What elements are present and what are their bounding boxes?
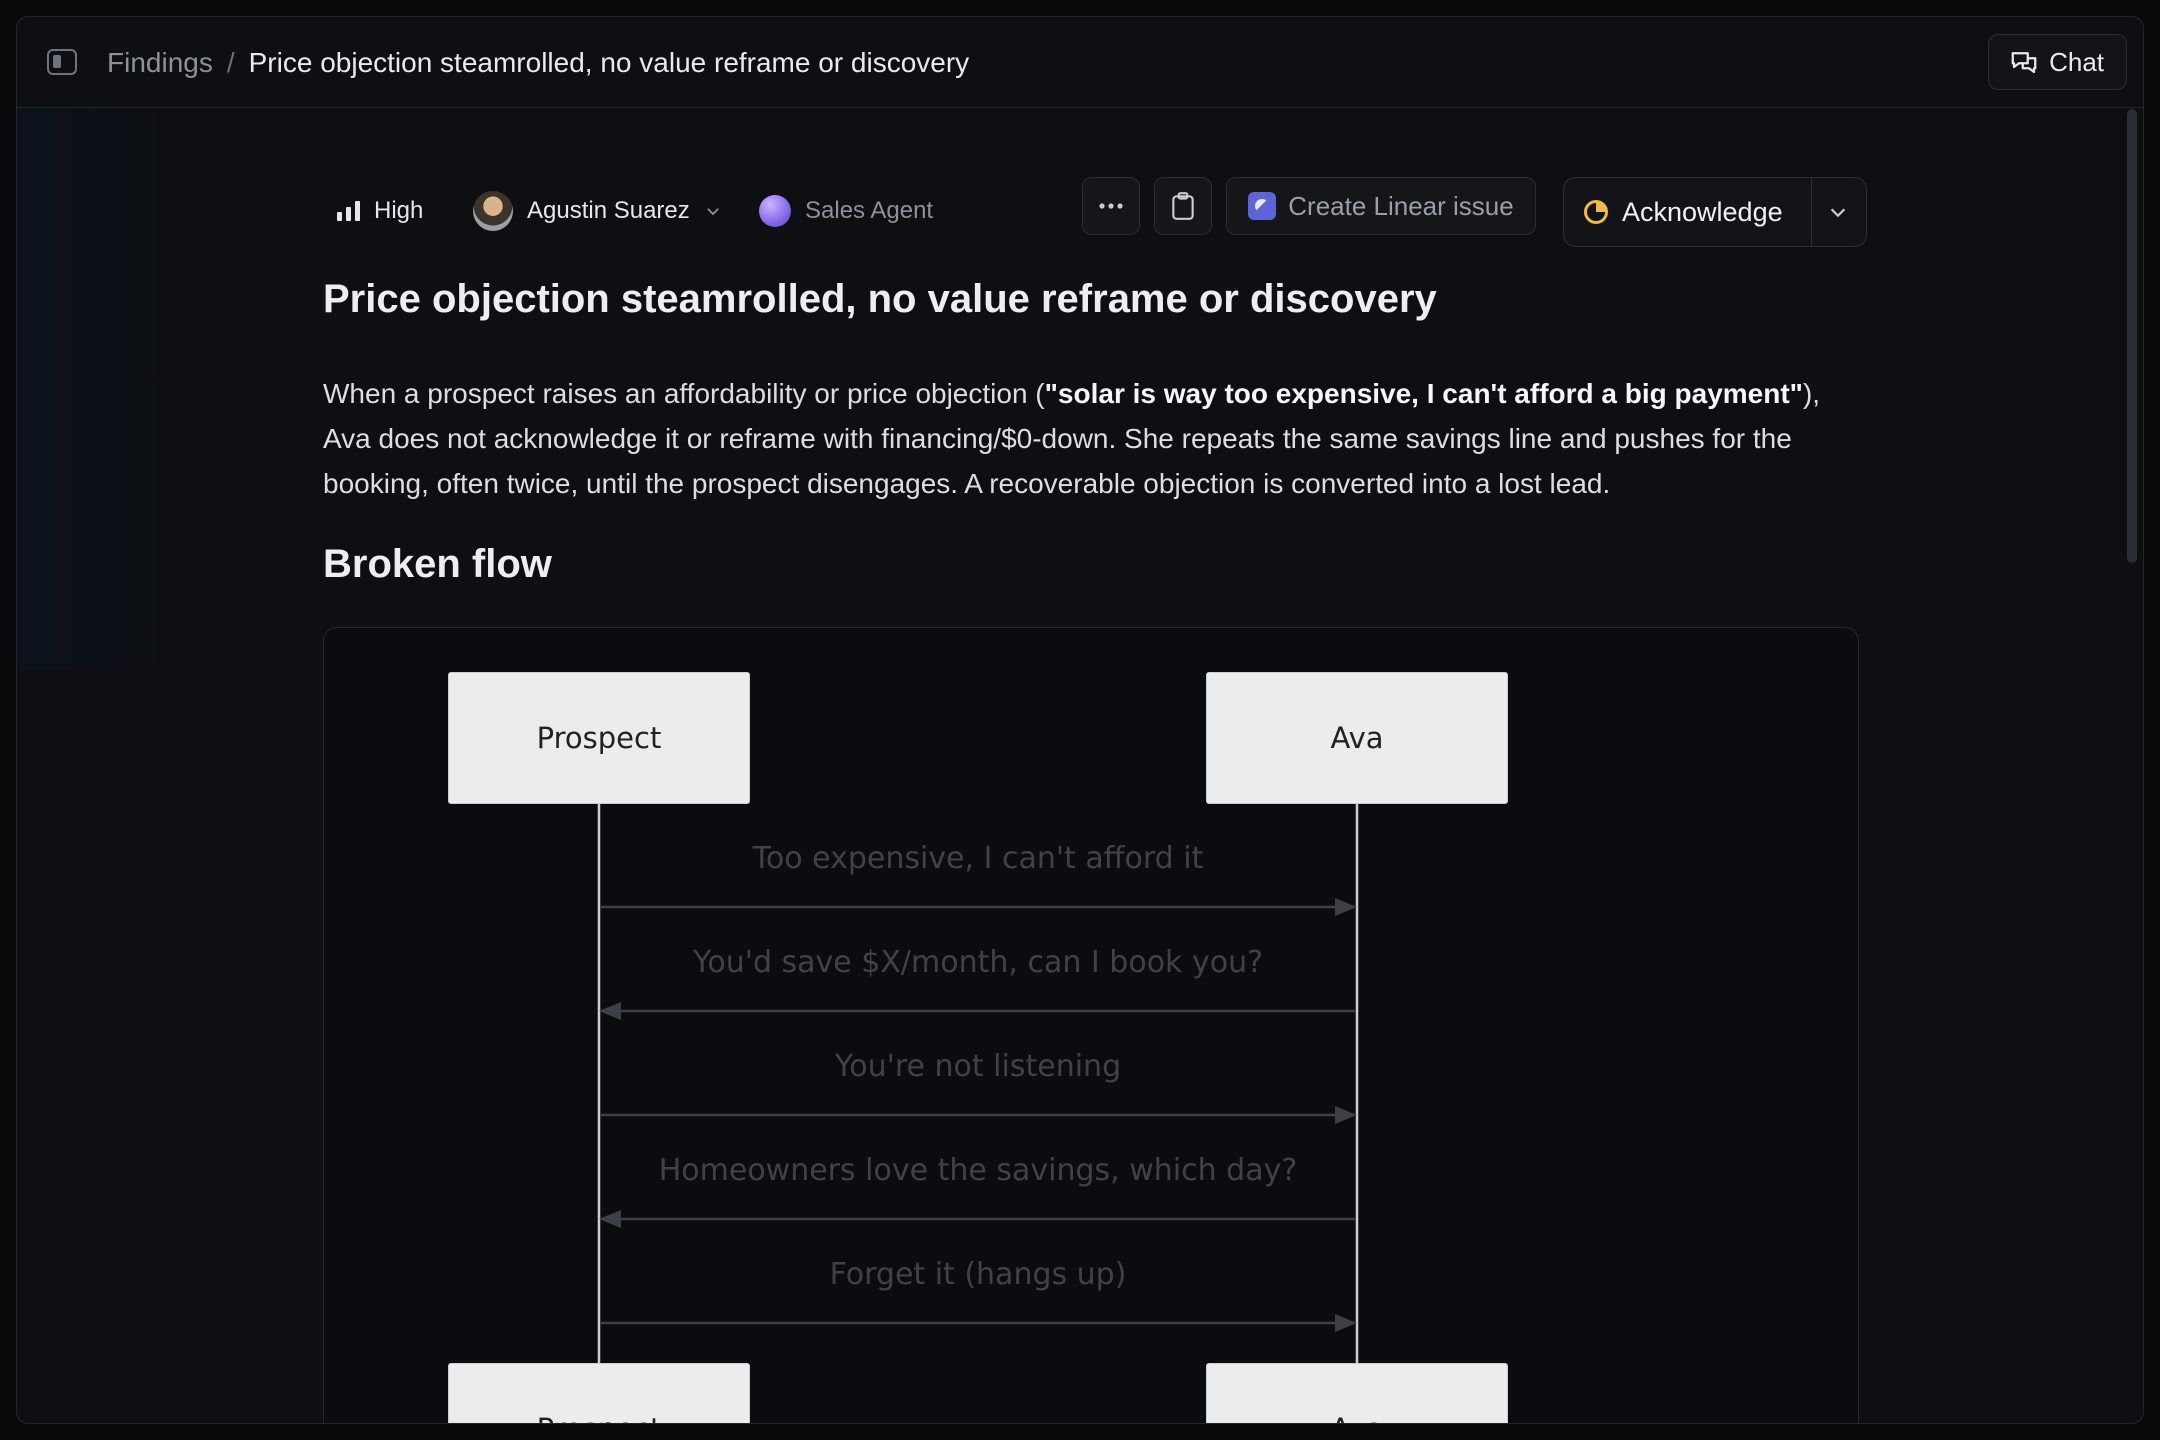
finding-description: When a prospect raises an affordability … (323, 371, 1859, 506)
assignee-selector[interactable]: Agustin Suarez (473, 177, 722, 245)
background-glow (17, 109, 177, 669)
status-pie-icon (1584, 200, 1608, 224)
actor-ava-bottom: Ava (1206, 1363, 1508, 1423)
create-linear-issue-label: Create Linear issue (1288, 190, 1514, 221)
chat-button[interactable]: Chat (1988, 34, 2127, 90)
breadcrumb-current: Price objection steamrolled, no value re… (248, 47, 970, 78)
priority-selector[interactable]: High (337, 177, 423, 245)
sidebar-toggle-icon[interactable] (47, 49, 77, 75)
more-options-button[interactable] (1082, 177, 1140, 235)
section-title: Broken flow (323, 542, 552, 586)
chevron-down-icon (1830, 208, 1846, 218)
message-arrowhead (599, 1002, 621, 1020)
agent-avatar-icon (759, 195, 791, 227)
description-text-start: When a prospect raises an affordability … (323, 378, 1045, 409)
create-linear-issue-button[interactable]: Create Linear issue (1226, 177, 1536, 235)
message-arrowhead (1335, 898, 1357, 916)
message-arrowhead (1335, 1314, 1357, 1332)
assignee-name: Agustin Suarez (527, 197, 690, 224)
agent-name: Sales Agent (805, 197, 934, 224)
avatar (473, 191, 513, 231)
actor-prospect-bottom: Prospect (448, 1363, 750, 1423)
message-label: You'd save $X/month, can I book you? (693, 945, 1263, 980)
message-arrowhead (1335, 1106, 1357, 1124)
sequence-diagram: Prospect Ava Prospect Ava Too expensive, I c… (323, 627, 1859, 1423)
chat-button-label: Chat (2049, 46, 2104, 77)
agent-tag[interactable]: Sales Agent (759, 177, 933, 245)
chat-icon (2011, 52, 2037, 74)
acknowledge-split-button: Acknowledge (1563, 177, 1867, 247)
description-quote: "solar is way too expensive, I can't aff… (1044, 378, 1803, 409)
page-title: Price objection steamrolled, no value re… (323, 277, 1437, 321)
breadcrumb-separator: / (226, 47, 235, 78)
chevron-down-icon (706, 208, 719, 216)
breadcrumb: Findings / Price objection steamrolled, … (107, 45, 969, 81)
actor-ava-top: Ava (1206, 672, 1508, 804)
clipboard-icon (1172, 192, 1194, 220)
message-arrowhead (599, 1210, 621, 1228)
top-bar: Findings / Price objection steamrolled, … (17, 17, 2143, 108)
message-label: Too expensive, I can't afford it (752, 841, 1204, 876)
finding-content: Price objection steamrolled, no value re… (323, 273, 1859, 590)
message-label: You're not listening (834, 1049, 1122, 1084)
acknowledge-label: Acknowledge (1622, 196, 1783, 227)
acknowledge-button[interactable]: Acknowledge (1564, 178, 1812, 246)
copy-button[interactable] (1154, 177, 1212, 235)
breadcrumb-findings-link[interactable]: Findings (107, 45, 213, 81)
message-label: Homeowners love the savings, which day? (658, 1153, 1298, 1188)
finding-meta-row: High Agustin Suarez Sales Agent Create L… (323, 177, 1867, 247)
priority-label: High (374, 197, 424, 224)
actor-prospect-top: Prospect (448, 672, 750, 804)
app-window: Findings / Price objection steamrolled, … (16, 16, 2144, 1424)
linear-icon (1248, 192, 1277, 220)
more-horizontal-icon (1099, 203, 1123, 209)
scrollbar[interactable] (2127, 109, 2137, 563)
priority-bars-icon (337, 201, 360, 221)
acknowledge-dropdown-button[interactable] (1810, 178, 1866, 246)
message-label: Forget it (hangs up) (829, 1257, 1127, 1292)
